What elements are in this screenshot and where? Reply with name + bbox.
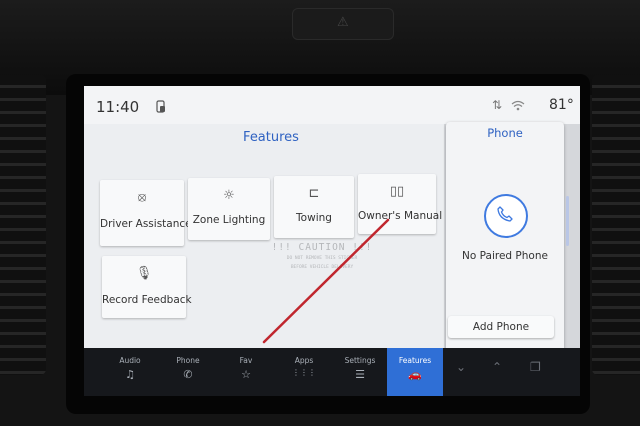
left-air-vent <box>0 75 46 375</box>
infotainment-screen: 11:40 ⇅ 81° Features ⦻ Driver Assistance… <box>84 86 580 396</box>
star-icon: ☆ <box>241 368 251 381</box>
scroll-indicator[interactable] <box>566 196 569 246</box>
chevron-up-icon[interactable]: ⌃ <box>492 360 502 374</box>
record-feedback-tile[interactable]: 🎙 Record Feedback <box>102 256 192 318</box>
features-title: Features <box>243 130 299 145</box>
bottom-dock: Audio ♫ Phone ✆ Fav ☆ Apps ⋮⋮⋮ Settings … <box>84 348 580 396</box>
phone-handset-icon <box>497 206 513 222</box>
phone-icon: ✆ <box>183 368 193 381</box>
status-bar: 11:40 ⇅ 81° <box>84 86 580 124</box>
apps-grid-icon: ⋮⋮⋮ <box>292 368 316 377</box>
dock-audio[interactable]: Audio ♫ <box>102 348 158 396</box>
dock-label: Fav <box>239 356 253 365</box>
driver-assistance-tile[interactable]: ⦻ Driver Assistance <box>100 180 192 246</box>
dock-features[interactable]: Features 🚗 <box>387 348 443 396</box>
microphone-icon: 🎙 <box>135 266 153 281</box>
no-paired-phone-label: No Paired Phone <box>462 250 548 262</box>
phone-projection-icon <box>156 100 165 113</box>
driver-assist-icon: ⦻ <box>137 190 147 205</box>
hazard-icon: ⚠ <box>337 15 349 30</box>
dock-settings[interactable]: Settings ☰ <box>332 348 388 396</box>
dock-label: Phone <box>176 356 200 365</box>
dock-phone[interactable]: Phone ✆ <box>160 348 216 396</box>
clock: 11:40 <box>96 98 140 116</box>
features-panel: Features ⦻ Driver Assistance ☼ Zone Ligh… <box>84 124 444 362</box>
dock-apps[interactable]: Apps ⋮⋮⋮ <box>276 348 332 396</box>
towing-icon: ⊏ <box>308 186 320 201</box>
settings-sliders-icon: ☰ <box>355 368 365 381</box>
tile-label: Driver Assistance <box>100 218 192 230</box>
dock-fav[interactable]: Fav ☆ <box>218 348 274 396</box>
dock-label: Settings <box>344 356 376 365</box>
window-switch-icon[interactable]: ❐ <box>530 360 541 374</box>
wifi-icon <box>511 100 525 111</box>
tile-label: Zone Lighting <box>192 214 266 226</box>
right-air-vent <box>592 75 640 375</box>
music-note-icon: ♫ <box>125 368 135 381</box>
sticker-slash-line <box>262 218 390 344</box>
phone-panel: Phone No Paired Phone Add Phone <box>446 122 564 372</box>
zone-lighting-tile[interactable]: ☼ Zone Lighting <box>188 178 270 240</box>
outside-temperature: 81° <box>549 97 574 113</box>
signal-icon: ⇅ <box>492 98 503 112</box>
dock-label: Apps <box>294 356 314 365</box>
phone-title: Phone <box>487 126 523 140</box>
phone-call-button[interactable] <box>484 194 528 238</box>
hazard-button[interactable]: ⚠ <box>292 8 394 40</box>
dock-label: Features <box>398 356 432 365</box>
dock-label: Audio <box>119 356 141 365</box>
book-icon: ▯▯ <box>389 184 405 199</box>
chevron-down-icon[interactable]: ⌄ <box>456 360 466 374</box>
car-icon: 🚗 <box>408 368 422 381</box>
add-phone-button[interactable]: Add Phone <box>448 316 554 338</box>
tile-label: Record Feedback <box>102 294 192 306</box>
zone-lighting-icon: ☼ <box>223 188 235 203</box>
